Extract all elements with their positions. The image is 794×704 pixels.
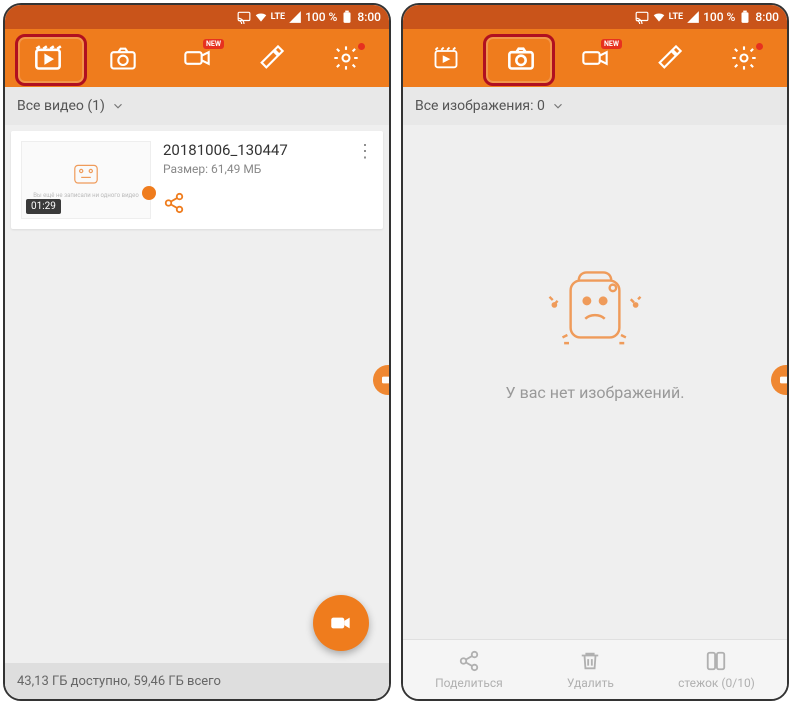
filter-dropdown[interactable]: Все изображения: 0 [403,87,787,125]
thumb-badge [142,186,156,200]
cast-icon [237,10,251,24]
battery-icon [340,10,354,24]
signal-icon [288,10,302,24]
battery-label: 100 % [305,10,337,24]
empty-text: У вас нет изображений. [506,383,685,402]
video-library-icon [34,44,62,72]
settings-icon [730,44,758,72]
network-label: LTE [271,12,286,22]
video-title: 20181006_130447 [163,141,373,159]
filter-dropdown[interactable]: Все видео (1) [5,87,389,125]
wifi-icon [254,10,268,24]
wifi-icon [652,10,666,24]
storage-info: 43,13 ГБ доступно, 59,46 ГБ всего [5,663,389,699]
stitch-icon [705,650,727,672]
chevron-down-icon [551,99,565,113]
thumb-text: Вы ещё не записали ни одного видео [33,192,139,199]
chevron-down-icon [111,99,125,113]
tab-live[interactable]: NEW [568,37,622,79]
video-item[interactable]: Вы ещё не записали ни одного видео 01:29… [11,131,383,229]
trash-icon [579,650,601,672]
phone-screen-images: LTE 100 % 8:00 NEW Все изображения: 0 [403,5,787,699]
signal-icon [686,10,700,24]
share-action[interactable]: Поделиться [435,650,503,690]
share-icon [163,192,185,214]
phone-screen-videos: LTE 100 % 8:00 NEW Все видео (1) [5,5,389,699]
filter-label: Все видео (1) [17,98,105,114]
cast-icon [635,10,649,24]
delete-action[interactable]: Удалить [567,650,614,690]
placeholder-icon [70,162,102,188]
tab-videos[interactable] [21,37,75,79]
notification-dot [358,43,365,50]
bottom-action-bar: Поделиться Удалить стежок (0/10) [403,639,787,699]
tab-tools[interactable] [642,37,696,79]
more-menu-button[interactable]: ⋮ [356,141,373,162]
video-list: Вы ещё не записали ни одного видео 01:29… [5,125,389,699]
floating-record-mini[interactable] [373,365,389,395]
share-button[interactable] [163,192,373,218]
status-bar: LTE 100 % 8:00 [403,5,787,29]
camera-icon [109,44,137,72]
tab-videos[interactable] [419,37,473,79]
camcorder-icon [328,610,354,636]
duration-badge: 01:29 [26,199,61,214]
video-library-icon [432,44,460,72]
video-size: Размер: 61,49 МБ [163,162,373,176]
tools-icon [257,44,285,72]
empty-state: У вас нет изображений. [403,125,787,536]
share-icon [458,650,480,672]
tab-settings[interactable] [717,37,771,79]
network-label: LTE [669,12,684,22]
tab-settings[interactable] [319,37,373,79]
clock-label: 8:00 [357,10,381,24]
tab-live[interactable]: NEW [170,37,224,79]
image-list-empty: У вас нет изображений. [403,125,787,639]
settings-icon [332,44,360,72]
tab-images[interactable] [96,37,150,79]
camera-icon [507,44,535,72]
notification-dot [756,43,763,50]
tab-tools[interactable] [244,37,298,79]
battery-icon [738,10,752,24]
empty-sad-icon [530,259,660,359]
toolbar: NEW [403,29,787,87]
clock-label: 8:00 [755,10,779,24]
toolbar: NEW [5,29,389,87]
record-fab[interactable] [313,595,369,651]
video-thumbnail: Вы ещё не записали ни одного видео 01:29 [21,141,151,219]
new-badge: NEW [601,39,622,49]
stitch-action[interactable]: стежок (0/10) [678,650,755,690]
camcorder-icon [778,372,787,388]
camcorder-icon [380,372,389,388]
status-bar: LTE 100 % 8:00 [5,5,389,29]
tools-icon [655,44,683,72]
battery-label: 100 % [703,10,735,24]
new-badge: NEW [203,39,224,49]
tab-images[interactable] [494,37,548,79]
filter-label: Все изображения: 0 [415,98,545,114]
